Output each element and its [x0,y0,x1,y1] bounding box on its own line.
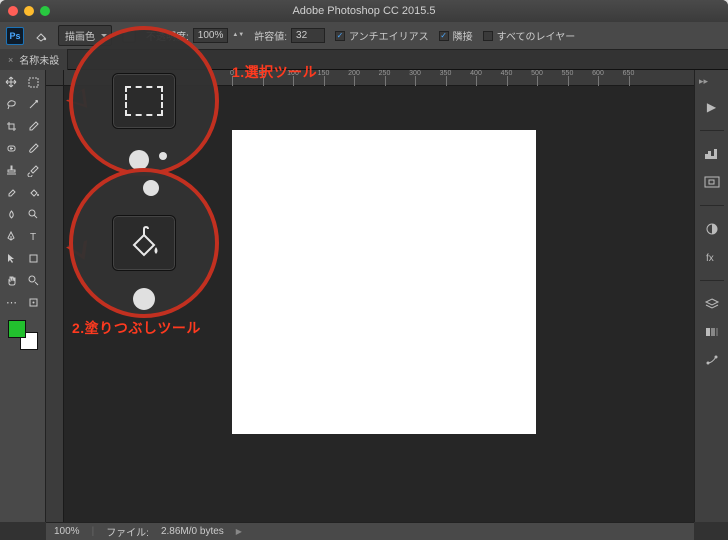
extras-tool[interactable] [24,292,44,312]
close-tab-icon[interactable]: × [8,55,13,65]
adjustments-panel-icon[interactable] [702,220,722,238]
callout-bucket-tool-icon [112,215,176,271]
annotation-label-1: 1.選択ツール [232,62,317,82]
paths-panel-icon[interactable] [702,351,722,369]
histogram-panel-icon[interactable] [702,145,722,163]
fill-mode-label: 描画色 [65,32,95,43]
dock-separator [700,280,724,281]
status-separator: | [92,526,95,537]
ruler-vertical [46,86,64,522]
color-swatches[interactable] [8,320,38,350]
type-tool[interactable]: T [24,226,44,246]
filesize-value: 2.86M/0 bytes [161,526,224,537]
lasso-tool[interactable] [2,94,22,114]
antialias-checkbox-group[interactable]: アンチエイリアス [335,28,429,43]
eyedropper-tool[interactable] [24,116,44,136]
brush-tool[interactable] [24,138,44,158]
paint-bucket-icon [124,225,164,261]
opacity-field[interactable]: 100% [193,28,229,43]
stamp-tool[interactable] [2,160,22,180]
app-window: Adobe Photoshop CC 2015.5 Ps 描画色 不透明度: 1… [0,0,728,540]
document-tab[interactable]: × 名称未設 [0,49,68,70]
ruler-tick-label: 400 [470,70,482,77]
ruler-tick-label: 200 [348,70,360,77]
bucket-tool-indicator-icon [34,29,48,43]
opacity-stepper[interactable]: ▲▼ [232,33,244,38]
dodge-tool[interactable] [24,204,44,224]
ruler-tick-label: 350 [440,70,452,77]
contiguous-checkbox[interactable] [439,31,449,41]
ruler-tick-label: 150 [318,70,330,77]
styles-panel-icon[interactable]: fx [702,248,722,266]
antialias-checkbox[interactable] [335,31,345,41]
app-title: Adobe Photoshop CC 2015.5 [0,5,728,17]
titlebar: Adobe Photoshop CC 2015.5 [0,0,728,22]
ruler-tick-label: 650 [623,70,635,77]
healing-brush-tool[interactable] [2,138,22,158]
all-layers-label: すべてのレイヤー [497,28,576,43]
callout-deco-dot [159,152,167,160]
contiguous-label: 隣接 [453,28,473,43]
actions-panel-icon[interactable]: ▶ [702,98,722,116]
crop-tool[interactable] [2,116,22,136]
blur-tool[interactable] [2,204,22,224]
svg-text:fx: fx [706,253,714,263]
callout-selection-tool [69,26,219,176]
zoom-level[interactable]: 100% [54,526,80,537]
tool-grid: T ⋯ [2,72,44,312]
svg-text:T: T [30,232,36,243]
zoom-tool[interactable] [24,270,44,290]
canvas[interactable] [232,130,536,434]
callout-brush-deco-icon [129,150,149,170]
expand-dock-button[interactable]: ▸▸ [699,76,708,88]
ruler-tick-label: 450 [501,70,513,77]
document-tab-name: 名称未設 [19,52,59,67]
callout-deco-circle [133,288,155,310]
dock-separator [700,130,724,131]
history-brush-tool[interactable] [24,160,44,180]
ruler-tick-label: 250 [379,70,391,77]
dock-separator [700,205,724,206]
callout-deco-dot [143,180,159,196]
toolbox: T ⋯ [0,70,46,522]
eraser-tool[interactable] [2,182,22,202]
marquee-icon [125,86,163,116]
ruler-tick-label: 500 [531,70,543,77]
status-chevron-icon[interactable]: ▶ [236,527,242,536]
channels-panel-icon[interactable] [702,323,722,341]
right-panel-dock: ▸▸ ▶ fx [694,70,728,522]
all-layers-checkbox[interactable] [483,31,493,41]
hand-tool[interactable] [2,270,22,290]
magic-wand-tool[interactable] [24,94,44,114]
filesize-label: ファイル: [106,524,149,539]
tolerance-field[interactable]: 32 [291,28,325,43]
path-select-tool[interactable] [2,248,22,268]
status-bar: 100% | ファイル: 2.86M/0 bytes ▶ [46,522,694,540]
ruler-corner [46,70,64,86]
navigator-panel-icon[interactable] [702,173,722,191]
tolerance-label: 許容値: [254,28,287,43]
tolerance-group: 許容値: 32 [254,28,325,43]
move-tool[interactable] [2,72,22,92]
ps-home-icon[interactable]: Ps [6,27,24,45]
marquee-tool[interactable] [24,72,44,92]
callout-bucket-tool [69,168,219,318]
layers-panel-icon[interactable] [702,295,722,313]
ruler-tick-label: 600 [592,70,604,77]
edit-toolbar-button[interactable]: ⋯ [2,292,22,312]
rectangle-tool[interactable] [24,248,44,268]
pen-tool[interactable] [2,226,22,246]
ruler-tick-label: 550 [562,70,574,77]
paint-bucket-tool[interactable] [24,182,44,202]
ruler-tick-label: 300 [409,70,421,77]
annotation-label-2: 2.塗りつぶしツール [72,318,201,338]
callout-marquee-tool-icon [112,73,176,129]
all-layers-checkbox-group[interactable]: すべてのレイヤー [483,28,576,43]
contiguous-checkbox-group[interactable]: 隣接 [439,28,473,43]
antialias-label: アンチエイリアス [349,28,429,43]
foreground-swatch[interactable] [8,320,26,338]
